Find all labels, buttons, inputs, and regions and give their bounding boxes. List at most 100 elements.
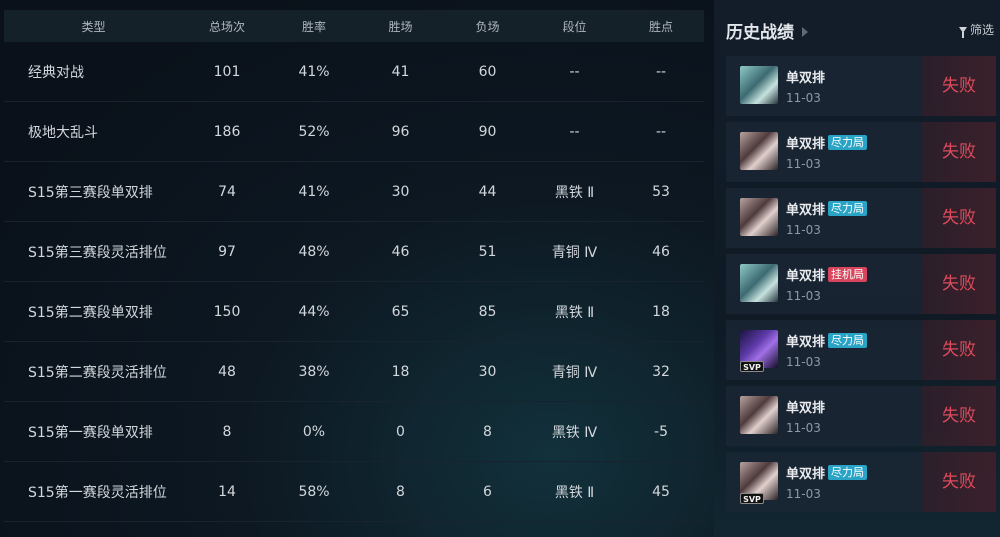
cell-type: S15第二赛段灵活排位 <box>28 364 167 381</box>
cell-rank: 青铜 Ⅳ <box>551 364 598 381</box>
cell-rank: -- <box>569 63 580 80</box>
match-card[interactable]: 单双排 尽力局 11-03 失败 <box>726 122 996 182</box>
table-row[interactable]: S15第二赛段灵活排位 48 38% 18 30 青铜 Ⅳ 32 <box>4 342 704 402</box>
header-type: 类型 <box>81 19 106 34</box>
cell-lp: -5 <box>654 423 668 440</box>
cell-type: S15第三赛段单双排 <box>28 184 153 201</box>
cell-rank: 黑铁 Ⅳ <box>551 424 598 441</box>
game-mode: 单双排 <box>786 400 826 416</box>
match-result: 失败 <box>922 56 996 116</box>
match-card[interactable]: 单双排 挂机局 11-03 失败 <box>726 254 996 314</box>
match-date: 11-03 <box>786 157 821 171</box>
cell-total: 101 <box>213 63 241 80</box>
cell-total: 150 <box>213 303 241 320</box>
cell-winrate: 38% <box>298 363 330 380</box>
mode-line: 单双排 尽力局 <box>786 200 868 218</box>
cell-lp: 53 <box>652 183 670 200</box>
table-row[interactable]: S15第二赛段单双排 150 44% 65 85 黑铁 Ⅱ 18 <box>4 282 704 342</box>
cell-lp: 46 <box>652 243 670 260</box>
match-date: 11-03 <box>786 289 821 303</box>
cell-total: 14 <box>218 483 236 500</box>
game-mode: 单双排 <box>786 70 826 86</box>
history-title: 历史战绩 <box>726 23 794 43</box>
table-row[interactable]: 极地大乱斗 186 52% 96 90 -- -- <box>4 102 704 162</box>
header-losses: 负场 <box>475 19 500 34</box>
match-card[interactable]: SVP 单双排 尽力局 11-03 失败 <box>726 320 996 380</box>
cell-winrate: 48% <box>298 243 330 260</box>
match-result: 失败 <box>922 320 996 380</box>
cell-total: 97 <box>218 243 236 260</box>
performance-tag: 尽力局 <box>828 200 868 216</box>
match-date: 11-03 <box>786 91 821 105</box>
match-card[interactable]: 单双排 尽力局 11-03 失败 <box>726 188 996 248</box>
cell-wins: 41 <box>391 63 410 80</box>
stats-table: 类型 总场次 胜率 胜场 负场 段位 胜点 经典对战 101 41% 41 60 -- --… <box>4 10 704 522</box>
svp-badge: SVP <box>740 493 764 504</box>
cell-lp: 45 <box>652 483 670 500</box>
cell-wins: 8 <box>396 483 405 500</box>
filter-label: 筛选 <box>969 23 994 37</box>
filter-button[interactable]: 筛选 <box>958 21 994 38</box>
header-lp: 胜点 <box>648 19 673 34</box>
cell-lp: 18 <box>652 303 670 320</box>
header-wins: 胜场 <box>388 19 413 34</box>
cell-rank: 青铜 Ⅳ <box>551 244 598 261</box>
table-row[interactable]: S15第三赛段灵活排位 97 48% 46 51 青铜 Ⅳ 46 <box>4 222 704 282</box>
mode-line: 单双排 尽力局 <box>786 464 868 482</box>
funnel-icon <box>958 27 967 38</box>
game-mode: 单双排 <box>786 334 826 350</box>
cell-lp: -- <box>655 123 667 140</box>
match-result: 失败 <box>922 188 996 248</box>
cell-type: S15第三赛段灵活排位 <box>28 244 167 261</box>
performance-tag: 挂机局 <box>828 266 868 282</box>
cell-lp: 32 <box>652 363 670 380</box>
match-card[interactable]: 单双排 11-03 失败 <box>726 56 996 116</box>
match-card[interactable]: 单双排 11-03 失败 <box>726 386 996 446</box>
match-history-panel: 历史战绩 筛选 单双排 11-03 失败 单双排 尽力局 11-03 失败 单双排 尽力局 11-… <box>714 0 1000 537</box>
match-list: 单双排 11-03 失败 单双排 尽力局 11-03 失败 单双排 尽力局 11-03 失败 单双排挂… <box>726 56 996 518</box>
game-mode: 单双排 <box>786 202 826 218</box>
cell-type: 经典对战 <box>28 64 84 81</box>
champion-avatar <box>740 132 778 170</box>
match-stats-page: 类型 总场次 胜率 胜场 负场 段位 胜点 经典对战 101 41% 41 60 -- --… <box>0 0 1000 537</box>
table-row[interactable]: S15第一赛段单双排 8 0% 0 8 黑铁 Ⅳ -5 <box>4 402 704 462</box>
cell-wins: 65 <box>391 303 410 320</box>
cell-losses: 8 <box>483 423 492 440</box>
cell-winrate: 52% <box>298 123 330 140</box>
mode-line: 单双排 尽力局 <box>786 332 868 350</box>
champion-avatar <box>740 396 778 434</box>
table-row[interactable]: S15第一赛段灵活排位 14 58% 8 6 黑铁 Ⅱ 45 <box>4 462 704 522</box>
cell-total: 48 <box>218 363 236 380</box>
game-mode: 单双排 <box>786 136 826 152</box>
table-row[interactable]: S15第三赛段单双排 74 41% 30 44 黑铁 Ⅱ 53 <box>4 162 704 222</box>
mode-line: 单双排 <box>786 68 826 86</box>
performance-tag: 尽力局 <box>828 464 868 480</box>
match-result: 失败 <box>922 254 996 314</box>
cell-total: 8 <box>222 423 232 440</box>
match-card[interactable]: SVP 单双排 尽力局 11-03 失败 <box>726 452 996 512</box>
performance-tag: 尽力局 <box>828 134 868 150</box>
chevron-right-icon[interactable] <box>802 27 808 37</box>
header-winrate: 胜率 <box>301 19 326 34</box>
game-mode: 单双排 <box>786 466 826 482</box>
cell-losses: 90 <box>478 123 497 140</box>
table-row[interactable]: 经典对战 101 41% 41 60 -- -- <box>4 42 704 102</box>
cell-winrate: 44% <box>298 303 330 320</box>
cell-losses: 60 <box>478 63 497 80</box>
cell-losses: 85 <box>478 303 497 320</box>
header-rank: 段位 <box>562 19 587 34</box>
cell-wins: 0 <box>396 423 405 440</box>
cell-total: 74 <box>218 183 236 200</box>
cell-losses: 30 <box>478 363 497 380</box>
svp-badge: SVP <box>740 361 764 372</box>
cell-winrate: 0% <box>302 423 326 440</box>
cell-type: S15第一赛段单双排 <box>28 424 153 441</box>
cell-rank: 黑铁 Ⅱ <box>554 484 595 501</box>
game-mode: 单双排 <box>786 268 826 284</box>
performance-tag: 尽力局 <box>828 332 868 348</box>
champion-avatar <box>740 264 778 302</box>
match-result: 失败 <box>922 386 996 446</box>
cell-type: S15第二赛段单双排 <box>28 304 153 321</box>
cell-wins: 96 <box>391 123 410 140</box>
match-date: 11-03 <box>786 355 821 369</box>
